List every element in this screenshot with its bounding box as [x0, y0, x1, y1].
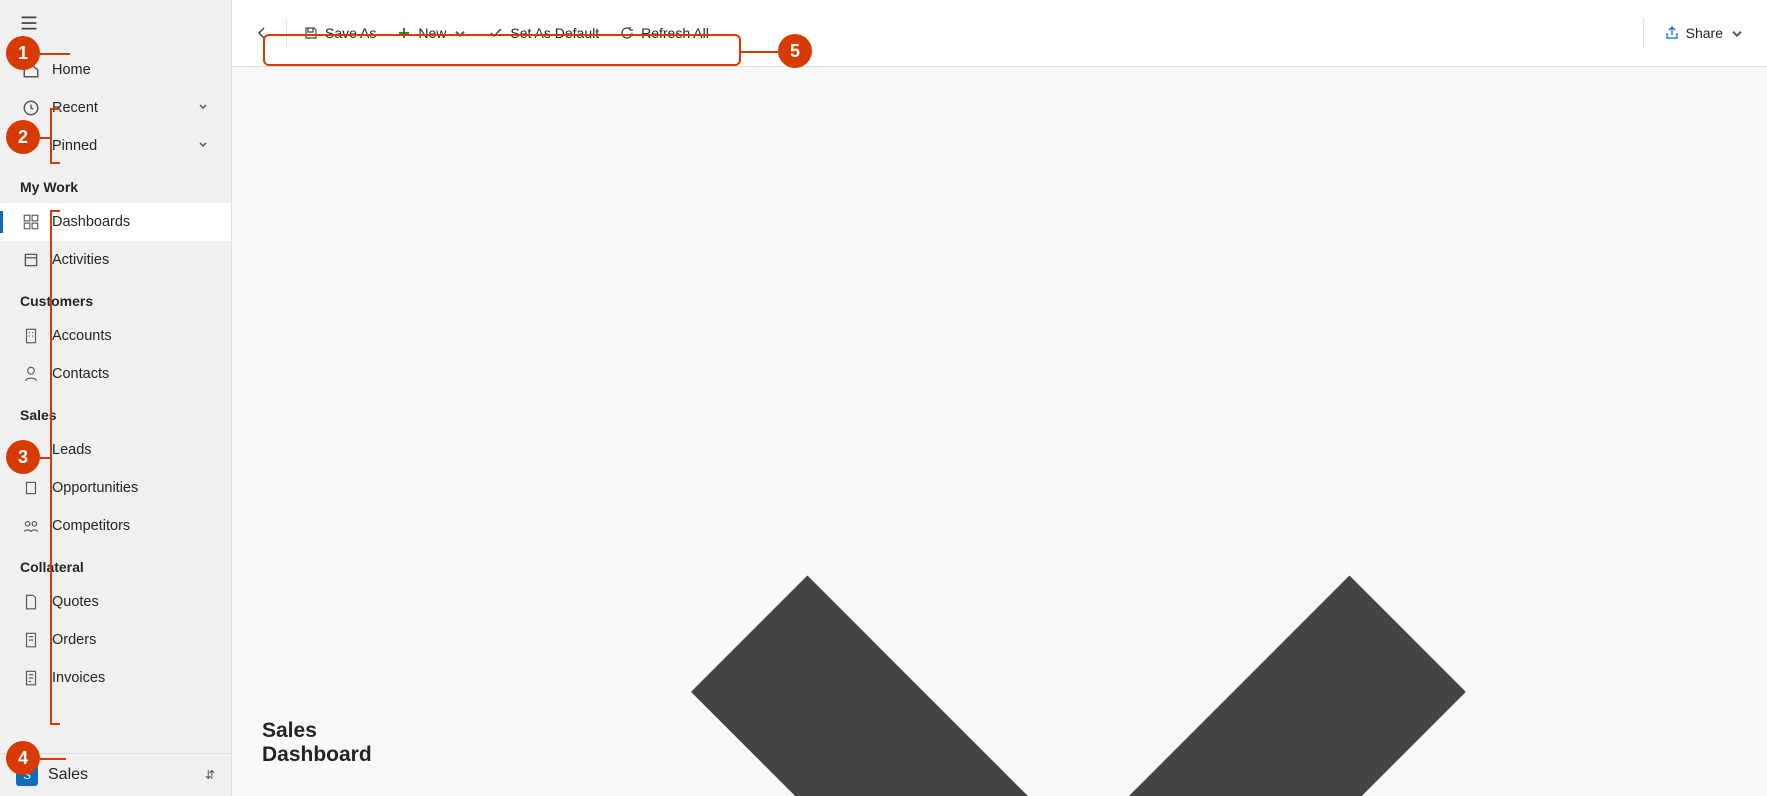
chevron-down-icon: [420, 85, 1737, 796]
callout-1: 1: [6, 36, 40, 70]
menu-icon: [20, 14, 38, 32]
callout-brace: [50, 210, 60, 725]
nav-dashboards[interactable]: Dashboards: [0, 203, 231, 241]
callout-2: 2: [6, 120, 40, 154]
nav-invoices[interactable]: Invoices: [0, 659, 231, 697]
competitors-icon: [22, 517, 40, 535]
main-content: Sales Dashboard My Activities Search ⋮ T…: [232, 0, 1767, 796]
opportunity-icon: [22, 479, 40, 497]
clock-icon: [22, 99, 40, 117]
nav-competitors[interactable]: Competitors: [0, 507, 231, 545]
dashboard-icon: [22, 213, 40, 231]
chevron-down-icon: [197, 100, 209, 116]
updown-icon: ⇵: [205, 768, 215, 782]
nav-label: Opportunities: [52, 480, 138, 496]
app-name: Sales: [48, 766, 88, 784]
callout-brace: [50, 108, 60, 164]
nav-label: Competitors: [52, 518, 130, 534]
callout-4: 4: [6, 741, 40, 775]
invoice-icon: [22, 669, 40, 687]
nav-recent[interactable]: Recent: [0, 89, 231, 127]
nav-label: Accounts: [52, 328, 112, 344]
nav-section-customers: Customers: [0, 279, 231, 317]
chevron-down-icon: [197, 138, 209, 154]
nav-activities[interactable]: Activities: [0, 241, 231, 279]
nav-contacts[interactable]: Contacts: [0, 355, 231, 393]
nav-section-sales: Sales: [0, 393, 231, 431]
callout-3: 3: [6, 440, 40, 474]
nav-opportunities[interactable]: Opportunities: [0, 469, 231, 507]
activity-icon: [22, 251, 40, 269]
quote-icon: [22, 593, 40, 611]
callout-line: [741, 51, 778, 53]
share-icon: [1664, 25, 1680, 41]
button-label: Share: [1686, 25, 1723, 41]
building-icon: [22, 327, 40, 345]
person-icon: [22, 365, 40, 383]
nav-section-mywork: My Work: [0, 165, 231, 203]
page-title: Sales Dashboard: [262, 719, 414, 767]
callout-5: 5: [778, 34, 812, 68]
callout-line: [40, 137, 50, 139]
callout-line: [40, 457, 50, 459]
callout-line: [40, 758, 66, 760]
order-icon: [22, 631, 40, 649]
nav-label: Dashboards: [52, 214, 130, 230]
sidebar: Home Recent Pinned My Work Dashboards Ac…: [0, 0, 232, 796]
nav-label: Home: [52, 62, 91, 78]
nav-orders[interactable]: Orders: [0, 621, 231, 659]
chevron-down-icon: [1729, 25, 1745, 41]
nav-label: Activities: [52, 252, 109, 268]
nav-accounts[interactable]: Accounts: [0, 317, 231, 355]
nav-quotes[interactable]: Quotes: [0, 583, 231, 621]
nav-section-collateral: Collateral: [0, 545, 231, 583]
callout-line: [40, 53, 70, 55]
nav-label: Contacts: [52, 366, 109, 382]
share-button[interactable]: Share: [1654, 18, 1755, 48]
page-title-dropdown[interactable]: Sales Dashboard: [232, 67, 1767, 796]
annotation-box: [263, 34, 741, 66]
